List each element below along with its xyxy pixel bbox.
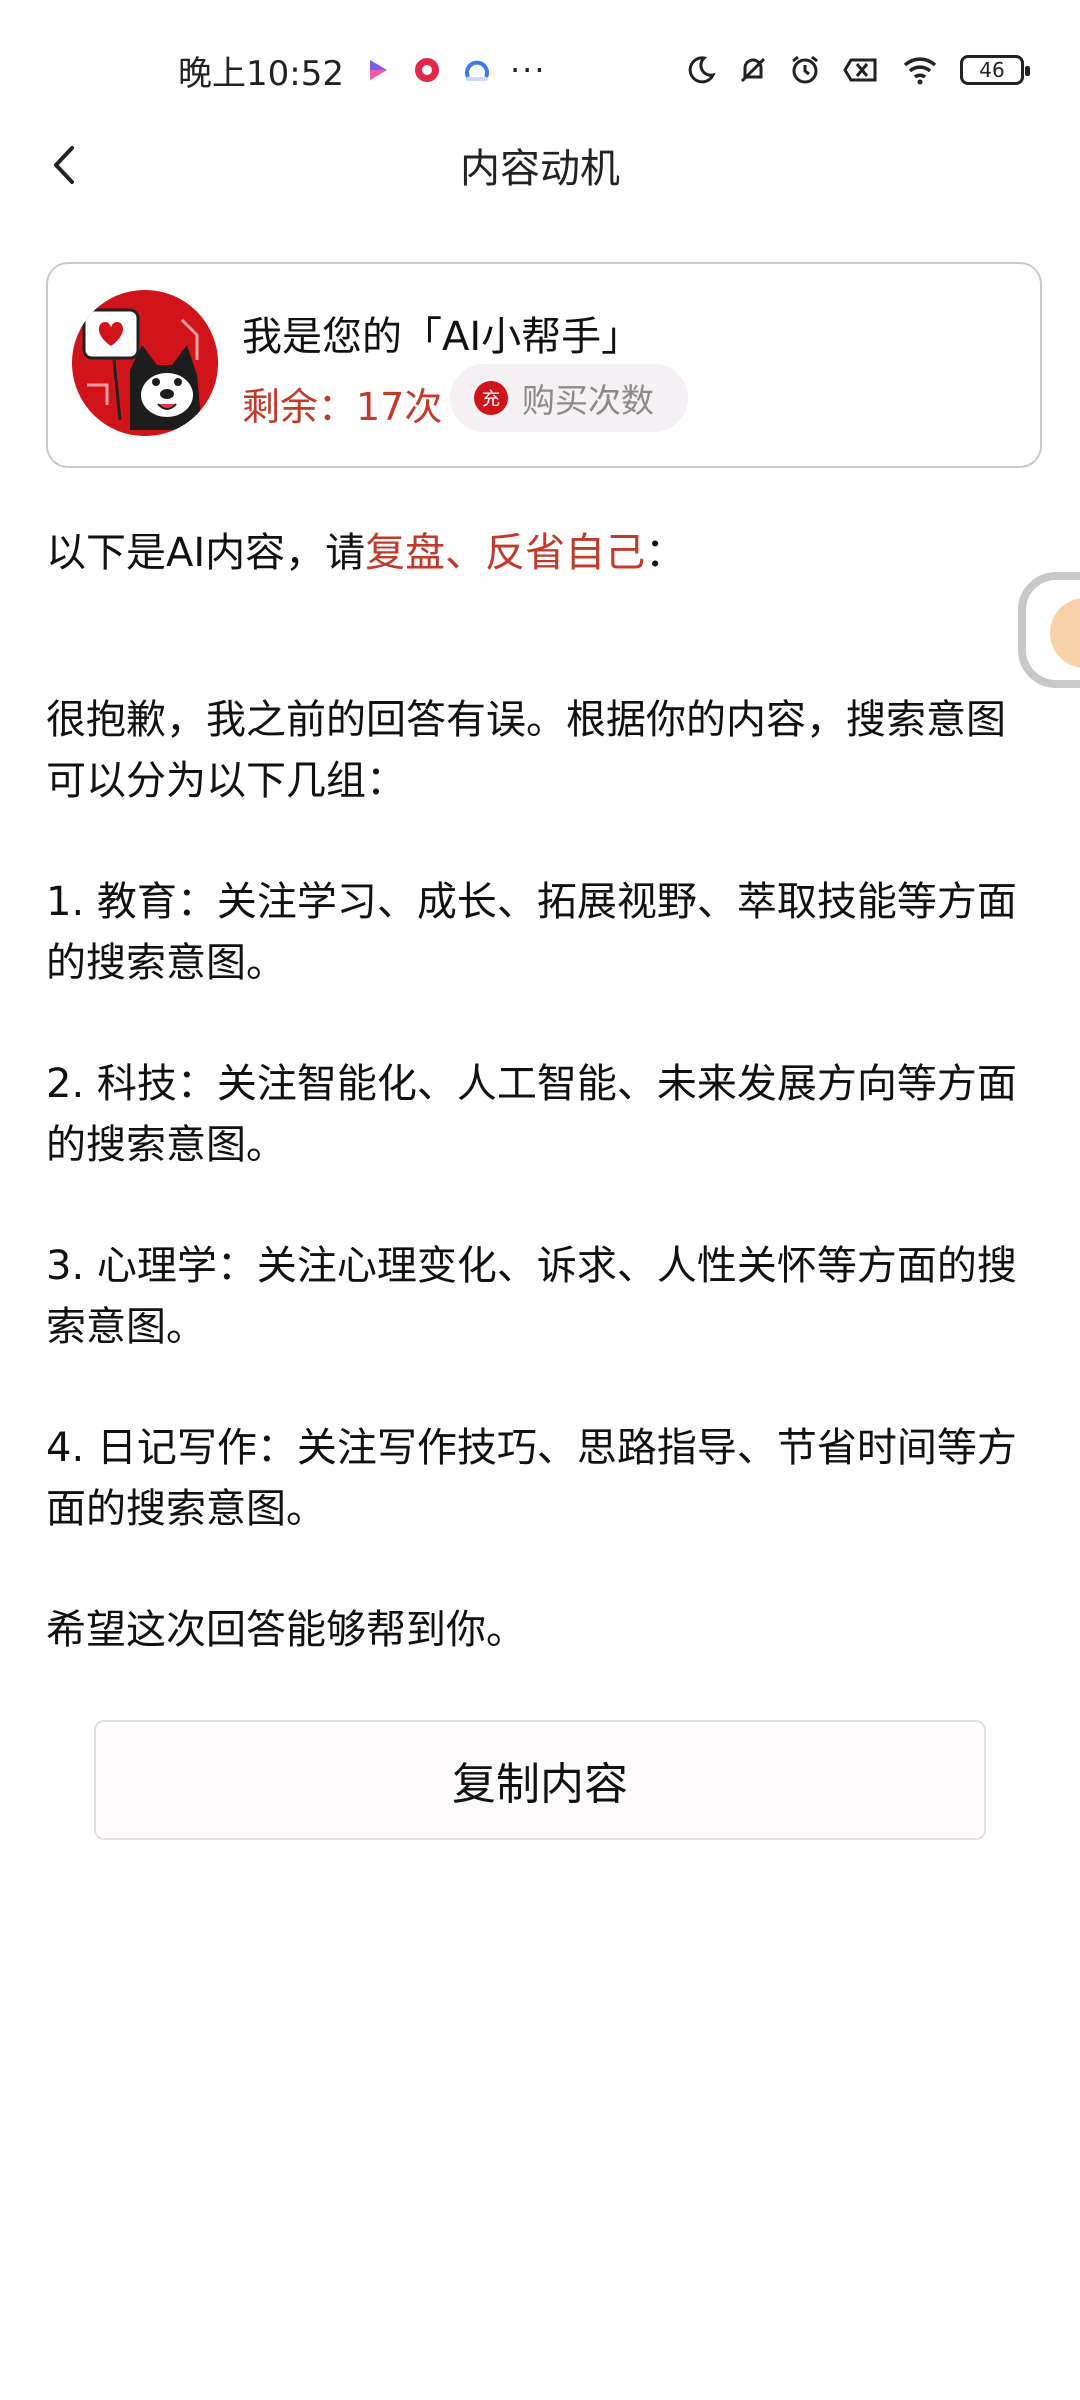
intro-line: 以下是AI内容，请复盘、反省自己： (46, 520, 685, 578)
bell-off-icon (740, 57, 766, 83)
red-app-icon (414, 58, 439, 82)
buy-times-button[interactable]: 充 购买次数 (450, 364, 688, 432)
status-left: 晚上10:52 ··· (178, 46, 547, 95)
moon-icon (688, 56, 716, 84)
status-time: 晚上10:52 (178, 53, 344, 94)
battery-level: 46 (979, 58, 1005, 82)
content-paragraph: 1. 教育：关注学习、成长、拓展视野、萃取技能等方面的搜索意图。 (46, 879, 1017, 986)
ai-content: 很抱歉，我之前的回答有误。根据你的内容，搜索意图可以分为以下几组： 1. 教育：… (46, 690, 1018, 1721)
wifi-icon (903, 57, 937, 85)
content-paragraph: 4. 日记写作：关注写作技巧、思路指导、节省时间等方面的搜索意图。 (46, 1425, 1017, 1532)
assistant-title: 我是您的「AI小帮手」 (242, 314, 642, 360)
copy-content-button[interactable]: 复制内容 (94, 1720, 986, 1840)
recharge-icon: 充 (474, 381, 508, 415)
page-title: 内容动机 (460, 146, 620, 192)
battery-icon: 46 (960, 55, 1030, 85)
content-paragraph: 2. 科技：关注智能化、人工智能、未来发展方向等方面的搜索意图。 (46, 1061, 1017, 1168)
page-header: 内容动机 (0, 120, 1080, 210)
alarm-icon (792, 55, 818, 84)
content-paragraph: 3. 心理学：关注心理变化、诉求、人性关怀等方面的搜索意图。 (46, 1243, 1017, 1350)
content-paragraph: 希望这次回答能够帮到你。 (46, 1607, 526, 1653)
search-app-icon (465, 60, 489, 81)
back-chevron-icon[interactable] (42, 142, 88, 188)
floating-assistant-widget[interactable] (1018, 572, 1080, 688)
floating-widget-icon (1050, 598, 1080, 668)
intro-suffix: ： (645, 530, 686, 576)
remaining-count: 剩余：17次 (242, 385, 443, 429)
assistant-card: 我是您的「AI小帮手」 剩余：17次 充 购买次数 (46, 262, 1042, 468)
sim-off-icon (843, 58, 877, 82)
intro-prefix: 以下是AI内容，请 (46, 530, 366, 576)
video-app-icon (369, 60, 387, 80)
assistant-avatar (72, 290, 218, 436)
content-paragraph: 很抱歉，我之前的回答有误。根据你的内容，搜索意图可以分为以下几组： (46, 697, 1006, 804)
intro-highlight: 复盘、反省自己 (365, 530, 646, 576)
more-notifications-icon: ··· (509, 51, 547, 89)
buy-times-label: 购买次数 (522, 381, 654, 420)
status-bar: 晚上10:52 ··· 46 (0, 0, 1080, 140)
status-right: 46 (684, 53, 1030, 87)
copy-content-label: 复制内容 (452, 1759, 628, 1810)
